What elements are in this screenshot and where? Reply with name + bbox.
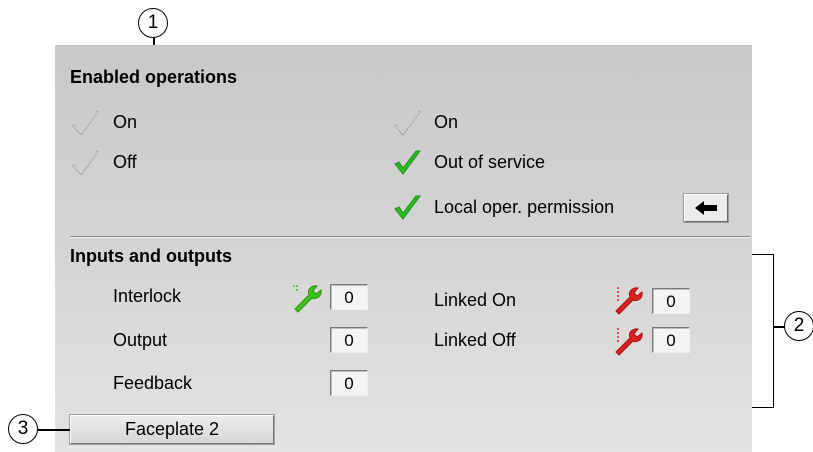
linked-off-label: Linked Off [434,330,516,350]
enabled-op-local-permission: Local oper. permission [434,197,615,217]
callout-3: 3 [8,414,38,444]
checkmark-icon [394,150,421,175]
enabled-op-out-of-service: Out of service [434,152,546,172]
enabled-operations-title: Enabled operations [70,67,238,87]
checkmark-icon [72,150,99,176]
feedback-value: 0 [330,370,368,396]
wrench-icon [615,328,643,356]
faceplate-2-button[interactable]: Faceplate 2 [69,414,275,445]
wrench-icon [293,285,322,313]
inputs-outputs-title: Inputs and outputs [70,246,232,266]
enabled-op-on-left: On [113,112,138,132]
local-permission-button[interactable] [683,193,729,223]
arrow-left-icon [695,201,717,215]
callout-2: 2 [784,311,813,341]
checkmark-icon [72,110,99,136]
callout-3-leader [38,429,70,431]
enabled-op-on-right: On [434,112,459,132]
linked-off-value: 0 [652,327,690,353]
section-divider [70,236,750,238]
checkmark-icon [394,110,421,136]
linked-on-value: 0 [652,288,690,314]
checkmark-icon [394,195,421,220]
feedback-label: Feedback [113,373,193,393]
interlock-value: 0 [330,284,368,310]
output-label: Output [113,330,168,350]
callout-1: 1 [138,8,168,38]
linked-on-label: Linked On [434,290,517,310]
wrench-icon [615,287,643,315]
interlock-label: Interlock [113,286,182,306]
output-value: 0 [330,327,368,353]
enabled-op-off-left: Off [113,152,137,172]
callout-2-bracket [752,254,774,408]
